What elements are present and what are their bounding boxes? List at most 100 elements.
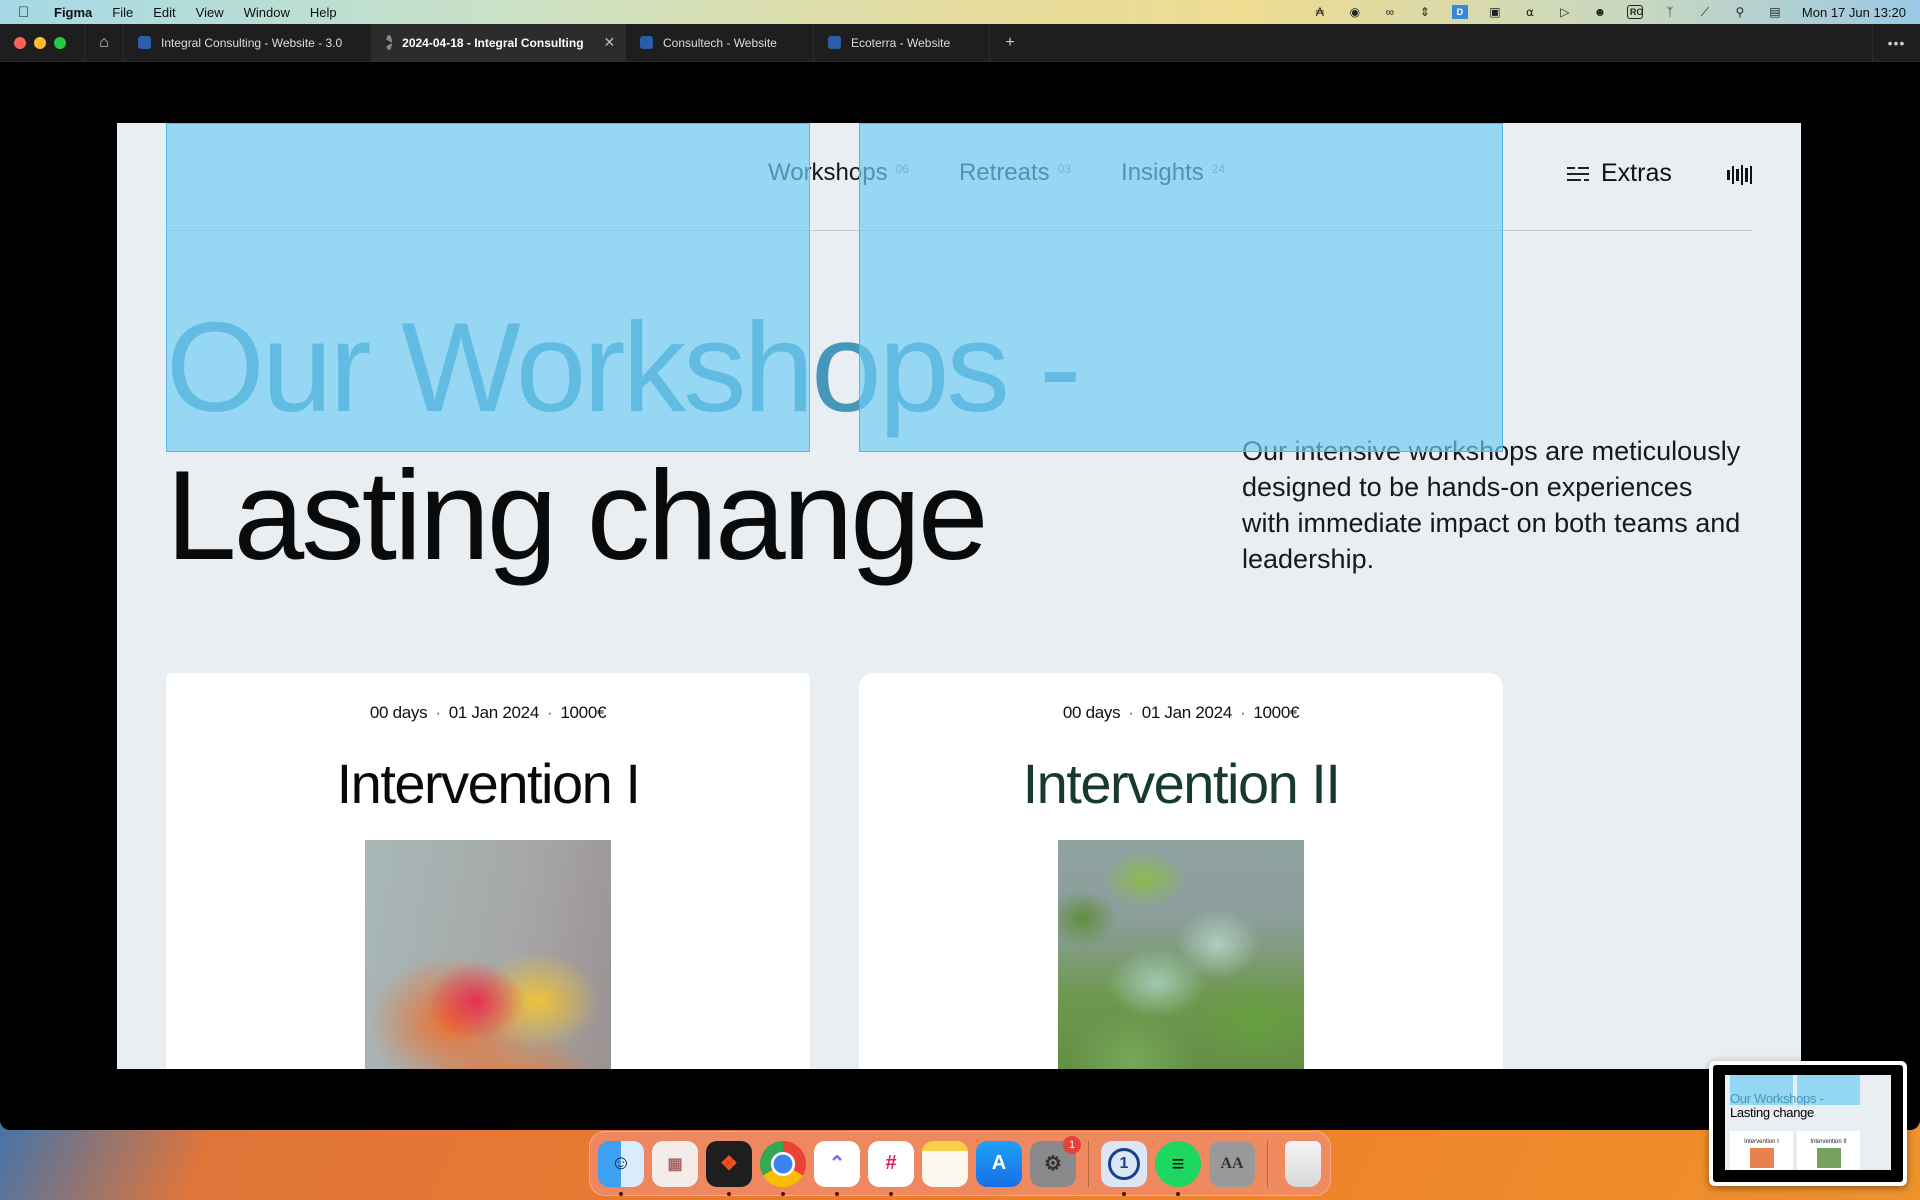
figma-icon: ❖ — [720, 1153, 738, 1175]
dock-spotify[interactable]: ≡ — [1155, 1140, 1201, 1196]
menu-view[interactable]: View — [196, 5, 224, 20]
screenshot-thumbnail[interactable]: Our Workshops - Lasting change Intervent… — [1709, 1061, 1907, 1186]
clapper-icon[interactable]: ▣ — [1487, 5, 1503, 19]
dock-slack[interactable]: # — [868, 1140, 914, 1196]
selection-highlight — [166, 123, 810, 452]
minimize-window-button[interactable] — [34, 36, 46, 49]
presentation-play-icon: ▶ — [386, 35, 393, 50]
sound-wave-icon[interactable] — [1727, 165, 1752, 185]
workshop-card[interactable]: 00 days · 01 Jan 2024 · 1000€ Intervention I — [166, 673, 810, 1069]
tab-integral-website[interactable]: Integral Consulting - Website - 3.0 — [124, 24, 372, 62]
dock-figma[interactable]: ❖ — [706, 1140, 752, 1196]
tab-bar: ⌂ Integral Consulting - Website - 3.0 ▶ … — [0, 24, 1920, 62]
card-meta: 00 days · 01 Jan 2024 · 1000€ — [1062, 703, 1300, 722]
card-price: 1000€ — [1253, 703, 1300, 722]
input-source-icon[interactable]: RO — [1626, 5, 1643, 19]
wifi-off-icon[interactable]: ⟋ — [1697, 5, 1713, 19]
card-duration: 00 days — [1062, 703, 1121, 722]
figma-file-icon — [138, 36, 151, 49]
extras-label: Extras — [1601, 159, 1672, 187]
play-icon[interactable]: ▷ — [1557, 5, 1573, 19]
status-tray: ₳ ◉ ∞ ⇕ D ▣ ⍺ ▷ ☻ RO ᛉ ⟋ ⚲ ▤ Mon 17 Jun … — [1312, 0, 1906, 24]
slack-icon: # — [885, 1152, 897, 1174]
docs-icon[interactable]: D — [1451, 5, 1468, 19]
menu-window[interactable]: Window — [244, 5, 290, 20]
figma-file-icon — [640, 36, 653, 49]
window-controls — [14, 36, 84, 49]
apple-menu-icon[interactable]:  — [18, 4, 34, 21]
arrows-icon[interactable]: ⇕ — [1417, 5, 1433, 19]
presentation-slide: Workshops 06 Retreats 03 Insights 24 Ext… — [117, 123, 1801, 1069]
onepassword-icon: 1 — [1108, 1147, 1140, 1180]
dock-1password[interactable]: 1 — [1101, 1140, 1147, 1196]
tab-consultech-website[interactable]: Consultech - Website — [626, 24, 814, 62]
dock-separator — [1267, 1140, 1268, 1187]
more-options-button[interactable]: ••• — [1872, 24, 1920, 62]
tab-label: Ecoterra - Website — [851, 35, 951, 50]
dock-launchpad[interactable]: ▦ — [652, 1140, 698, 1187]
menu-edit[interactable]: Edit — [153, 5, 175, 20]
thumbnail-slide: Our Workshops - Lasting change Intervent… — [1725, 1075, 1891, 1170]
dock-chrome[interactable] — [760, 1140, 806, 1196]
dock-clickup[interactable]: ⌃ — [814, 1140, 860, 1196]
app-store-icon: A — [991, 1152, 1007, 1174]
intro-paragraph: Our intensive workshops are meticulously… — [1242, 436, 1741, 574]
home-button[interactable]: ⌂ — [84, 24, 124, 62]
thumbnail-preview: Our Workshops - Lasting change Intervent… — [1713, 1065, 1903, 1182]
figma-tray-icon[interactable]: ₳ — [1312, 5, 1328, 19]
tab-ecoterra-website[interactable]: Ecoterra - Website — [814, 24, 990, 62]
card-title: Intervention II — [1022, 752, 1341, 815]
search-icon[interactable]: ⚲ — [1732, 5, 1748, 19]
clickup-icon: ⌃ — [828, 1153, 846, 1175]
thumbnail-card-title: Intervention II — [1810, 1139, 1847, 1145]
dock-app-store[interactable]: A — [976, 1140, 1022, 1187]
filter-lines-icon — [1567, 166, 1589, 182]
dock-trash[interactable] — [1285, 1140, 1321, 1187]
control-center-icon[interactable]: ▤ — [1767, 5, 1783, 19]
menu-file[interactable]: File — [112, 5, 133, 20]
tab-label: Integral Consulting - Website - 3.0 — [161, 35, 343, 50]
card-date: 01 Jan 2024 — [1141, 703, 1233, 722]
card-date: 01 Jan 2024 — [448, 703, 540, 722]
bluetooth-icon[interactable]: ᛉ — [1662, 5, 1678, 19]
workshop-card[interactable]: 00 days · 01 Jan 2024 · 1000€ Intervention I… — [859, 673, 1503, 1069]
dock-finder[interactable]: ☺ — [598, 1140, 644, 1196]
creative-cloud-icon[interactable]: ∞ — [1382, 5, 1398, 19]
dock-system-settings[interactable]: ⚙ 1 — [1030, 1135, 1081, 1187]
tab-integral-presentation[interactable]: ▶ 2024-04-18 - Integral Consulting ✕ — [372, 24, 626, 62]
home-icon: ⌂ — [99, 33, 109, 51]
notification-badge: 1 — [1063, 1135, 1081, 1154]
spotify-icon: ≡ — [1171, 1150, 1185, 1176]
dock-separator — [1088, 1140, 1089, 1187]
hero-line-2: Lasting change — [166, 444, 988, 586]
screen-lock-icon[interactable]: ◉ — [1347, 5, 1363, 19]
dock-notes[interactable] — [922, 1140, 968, 1187]
new-tab-button[interactable]: + — [990, 34, 1030, 52]
thumbnail-heading-1: Our Workshops - — [1730, 1091, 1824, 1106]
menu-help[interactable]: Help — [310, 5, 337, 20]
card-meta: 00 days · 01 Jan 2024 · 1000€ — [369, 703, 607, 722]
zoom-window-button[interactable] — [54, 36, 66, 49]
figma-file-icon — [828, 36, 841, 49]
close-tab-icon[interactable]: ✕ — [604, 34, 616, 51]
thumbnail-heading-2: Lasting change — [1730, 1105, 1814, 1120]
tab-label: 2024-04-18 - Integral Consulting — [402, 35, 584, 50]
card-duration: 00 days — [369, 703, 428, 722]
extras-menu-button[interactable]: Extras — [1567, 159, 1672, 188]
launchpad-icon: ▦ — [667, 1155, 683, 1173]
green-foliage-crystal-image — [1058, 840, 1304, 1069]
figma-window: ⌂ Integral Consulting - Website - 3.0 ▶ … — [0, 24, 1920, 1130]
headphones-icon[interactable]: ⍺ — [1522, 5, 1538, 19]
user-icon[interactable]: ☻ — [1592, 5, 1608, 19]
font-book-icon: AA — [1220, 1154, 1244, 1172]
dock-font-book[interactable]: AA — [1209, 1140, 1255, 1187]
card-title: Intervention I — [336, 752, 641, 815]
card-price: 1000€ — [560, 703, 607, 722]
close-window-button[interactable] — [14, 36, 26, 49]
menu-app-name[interactable]: Figma — [54, 5, 92, 20]
selection-highlight — [859, 123, 1503, 452]
tab-label: Consultech - Website — [663, 35, 777, 50]
finder-icon: ☺ — [610, 1152, 632, 1174]
clock[interactable]: Mon 17 Jun 13:20 — [1802, 5, 1906, 20]
abstract-orange-sculpture-image — [365, 840, 611, 1069]
